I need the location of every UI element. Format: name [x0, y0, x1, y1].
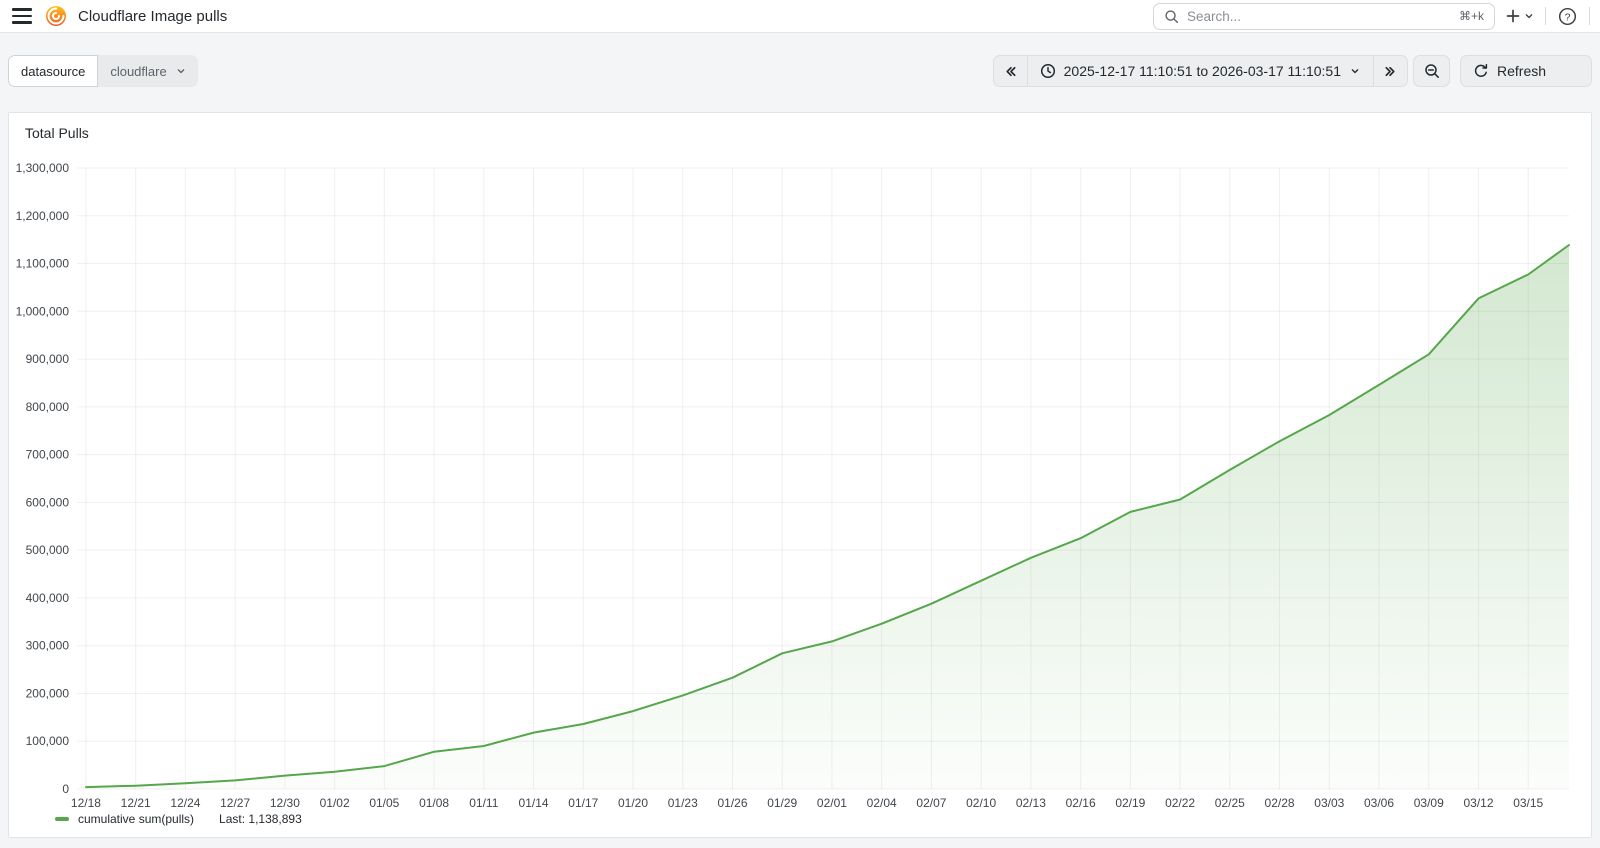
x-tick-label: 01/05: [369, 796, 399, 810]
chevron-down-icon: [1523, 10, 1535, 22]
x-tick-label: 03/12: [1463, 796, 1493, 810]
y-tick-label: 600,000: [26, 495, 70, 509]
chart-legend[interactable]: cumulative sum(pulls) Last: 1,138,893: [55, 812, 302, 826]
y-tick-label: 400,000: [26, 591, 70, 605]
refresh-icon: [1473, 63, 1489, 79]
series-color-marker: [55, 817, 69, 821]
time-shift-forward-button[interactable]: [1373, 55, 1408, 87]
legend-series-label: cumulative sum(pulls): [78, 812, 194, 826]
x-tick-label: 02/13: [1016, 796, 1046, 810]
y-tick-label: 1,000,000: [16, 304, 70, 318]
panel-total-pulls: Total Pulls 0100,000200,000300,000400,00…: [8, 112, 1592, 838]
search-input[interactable]: ⌘+k: [1153, 3, 1495, 30]
double-chevron-right-icon: [1383, 64, 1398, 79]
series-area: [86, 245, 1569, 789]
variable-datasource: datasource cloudflare: [8, 55, 198, 87]
page-title: Cloudflare Image pulls: [78, 8, 227, 25]
help-button[interactable]: ?: [1556, 5, 1579, 28]
y-tick-label: 100,000: [26, 734, 70, 748]
x-tick-label: 01/26: [717, 796, 747, 810]
y-tick-label: 1,300,000: [16, 161, 70, 175]
y-tick-label: 1,200,000: [16, 209, 70, 223]
y-tick-label: 0: [62, 782, 69, 796]
chevron-down-icon: [175, 65, 187, 77]
svg-text:?: ?: [1565, 11, 1571, 23]
refresh-label: Refresh: [1497, 63, 1546, 79]
grafana-logo: [44, 4, 68, 28]
x-tick-label: 02/10: [966, 796, 996, 810]
time-range-text: 2025-12-17 11:10:51 to 2026-03-17 11:10:…: [1064, 63, 1341, 79]
datasource-value: cloudflare: [110, 64, 166, 79]
x-tick-label: 01/11: [469, 796, 498, 810]
y-tick-label: 800,000: [26, 400, 70, 414]
plus-icon: [1505, 8, 1521, 24]
y-tick-label: 300,000: [26, 639, 70, 653]
x-tick-label: 02/07: [916, 796, 946, 810]
time-shift-back-button[interactable]: [993, 55, 1028, 87]
x-tick-label: 12/18: [71, 796, 101, 810]
divider: [1589, 7, 1590, 25]
zoom-out-icon: [1424, 63, 1440, 79]
x-tick-label: 03/06: [1364, 796, 1394, 810]
x-tick-label: 12/21: [121, 796, 151, 810]
x-tick-label: 01/29: [767, 796, 797, 810]
x-tick-label: 01/14: [519, 796, 549, 810]
y-tick-label: 200,000: [26, 686, 70, 700]
x-tick-label: 01/20: [618, 796, 648, 810]
x-tick-label: 02/28: [1265, 796, 1295, 810]
add-button[interactable]: [1505, 8, 1535, 24]
time-series-chart[interactable]: 0 100,000 200,000 300,000 400,000 500,000 600,…: [9, 113, 1591, 811]
help-icon: ?: [1558, 7, 1577, 26]
x-tick-label: 01/08: [419, 796, 449, 810]
time-range-picker[interactable]: 2025-12-17 11:10:51 to 2026-03-17 11:10:…: [1027, 55, 1374, 87]
search-icon: [1164, 9, 1179, 24]
x-tick-label: 03/09: [1414, 796, 1444, 810]
x-tick-label: 02/25: [1215, 796, 1245, 810]
x-tick-label: 12/27: [220, 796, 250, 810]
dashboard-controls: datasource cloudflare 2025-12-17 11:10:5…: [0, 33, 1600, 109]
x-tick-label: 01/23: [668, 796, 698, 810]
x-tick-label: 02/01: [817, 796, 847, 810]
variable-label: datasource: [8, 55, 98, 87]
refresh-button[interactable]: Refresh: [1460, 55, 1592, 87]
x-tick-label: 02/19: [1115, 796, 1145, 810]
hamburger-icon: [12, 8, 32, 23]
x-tick-label: 03/15: [1513, 796, 1543, 810]
chevron-down-icon: [1349, 65, 1361, 77]
zoom-out-button[interactable]: [1413, 55, 1450, 87]
search-shortcut: ⌘+k: [1459, 9, 1484, 23]
x-tick-label: 01/02: [320, 796, 350, 810]
double-chevron-left-icon: [1003, 64, 1018, 79]
x-tick-label: 02/22: [1165, 796, 1195, 810]
menu-toggle-button[interactable]: [10, 6, 34, 25]
y-axis-labels: 0 100,000 200,000 300,000 400,000 500,000 600,…: [16, 161, 70, 796]
x-tick-label: 03/03: [1314, 796, 1344, 810]
y-tick-label: 900,000: [26, 352, 70, 366]
y-tick-label: 500,000: [26, 543, 70, 557]
datasource-dropdown[interactable]: cloudflare: [98, 55, 197, 87]
x-tick-label: 01/17: [568, 796, 598, 810]
x-tick-label: 12/24: [170, 796, 200, 810]
x-tick-label: 02/04: [867, 796, 897, 810]
clock-icon: [1040, 63, 1056, 79]
y-tick-label: 1,100,000: [16, 257, 70, 271]
x-tick-label: 12/30: [270, 796, 300, 810]
x-axis-labels: 12/18 12/21 12/24 12/27 12/30 01/02 01/05 01/08…: [71, 796, 1544, 810]
search-field[interactable]: [1187, 9, 1451, 24]
legend-last-value: Last: 1,138,893: [219, 812, 302, 826]
x-tick-label: 02/16: [1066, 796, 1096, 810]
time-controls: 2025-12-17 11:10:51 to 2026-03-17 11:10:…: [993, 55, 1592, 87]
y-tick-label: 700,000: [26, 448, 70, 462]
top-nav: Cloudflare Image pulls ⌘+k ?: [0, 0, 1600, 33]
divider: [1545, 7, 1546, 25]
